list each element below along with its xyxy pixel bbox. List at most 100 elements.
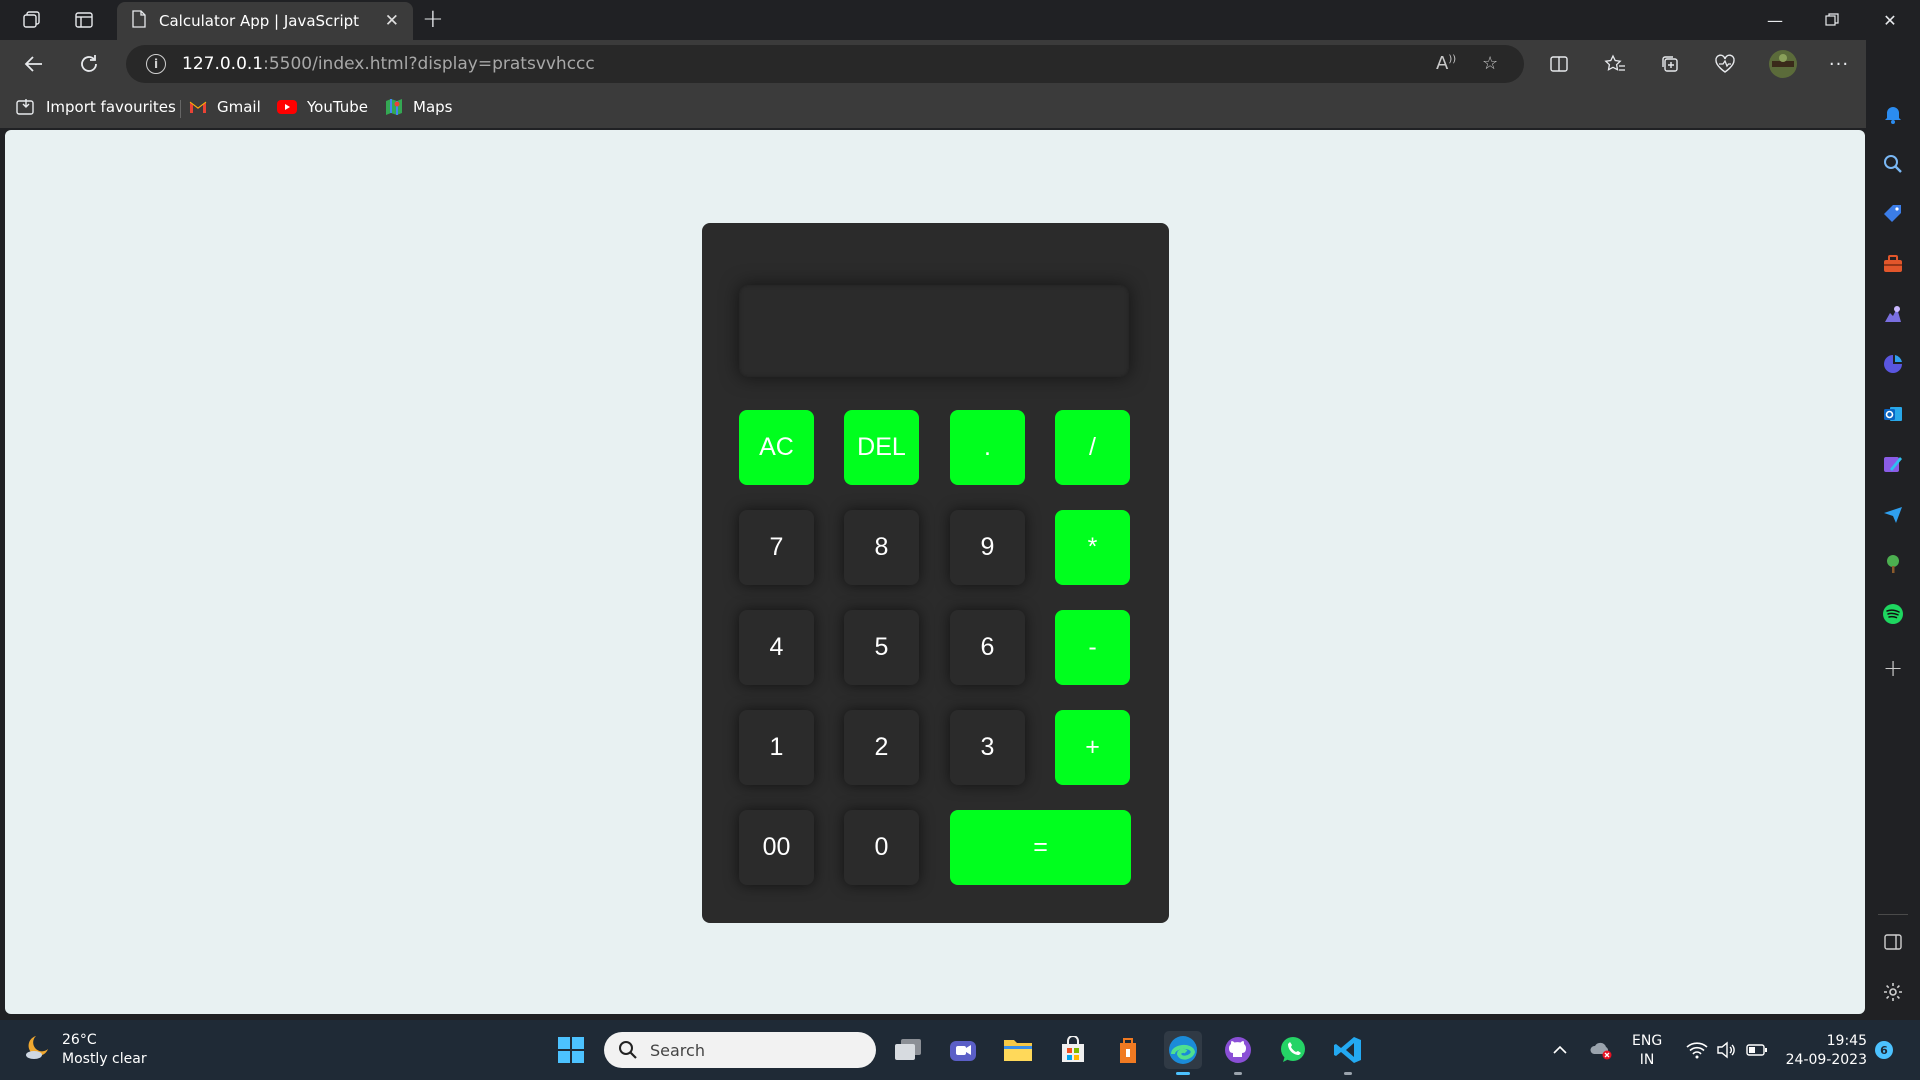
address-bar[interactable]: i 127.0.0.1:5500/index.html?display=prat…	[126, 45, 1524, 83]
youtube-label: YouTube	[307, 98, 368, 116]
tab-actions-icon[interactable]	[72, 8, 96, 32]
input-language[interactable]: ENG IN	[1632, 1032, 1662, 1070]
key-divide[interactable]: /	[1055, 410, 1130, 485]
key-equals[interactable]: =	[950, 810, 1131, 885]
tab-title: Calculator App | JavaScript	[159, 12, 360, 30]
active-app-indicator	[1176, 1072, 1190, 1075]
restore-button[interactable]	[1804, 0, 1860, 40]
split-screen-icon[interactable]	[1545, 50, 1573, 78]
key-ac[interactable]: AC	[739, 410, 814, 485]
wifi-icon[interactable]	[1686, 1020, 1708, 1080]
favorite-star-icon[interactable]: ☆	[1482, 53, 1498, 74]
hide-sidebar-icon[interactable]	[1881, 930, 1905, 954]
workspaces-icon[interactable]	[20, 8, 44, 32]
maps-link[interactable]: Maps	[385, 98, 452, 116]
send-drop-icon[interactable]	[1881, 502, 1905, 526]
key-del[interactable]: DEL	[844, 410, 919, 485]
profile-avatar[interactable]	[1767, 48, 1799, 80]
system-clock[interactable]: 19:45 24-09-2023	[1775, 1032, 1867, 1070]
weather-temperature: 26°C	[62, 1032, 97, 1048]
collections-icon[interactable]	[1656, 50, 1684, 78]
calculator: AC DEL . / 7 8 9 * 4 5 6 - 1 2 3 + 00 0 …	[702, 223, 1169, 923]
key-minus[interactable]: -	[1055, 610, 1130, 685]
tab-calculator-app[interactable]: Calculator App | JavaScript ✕	[117, 2, 413, 40]
settings-gear-icon[interactable]	[1881, 980, 1905, 1004]
url-text[interactable]: 127.0.0.1:5500/index.html?display=pratsv…	[182, 54, 595, 74]
page-viewport: AC DEL . / 7 8 9 * 4 5 6 - 1 2 3 + 00 0 …	[5, 130, 1865, 1014]
browser-essentials-icon[interactable]	[1711, 50, 1739, 78]
back-arrow-icon[interactable]	[20, 50, 48, 78]
favorites-divider	[180, 100, 181, 118]
import-favourites-label: Import favourites	[46, 98, 176, 116]
import-icon	[16, 98, 36, 116]
office-app-icon[interactable]	[1109, 1031, 1147, 1069]
favorites-icon[interactable]	[1601, 50, 1629, 78]
key-00[interactable]: 00	[739, 810, 814, 885]
import-favourites-link[interactable]: Import favourites	[16, 98, 176, 116]
key-7[interactable]: 7	[739, 510, 814, 585]
running-app-indicator	[1344, 1072, 1352, 1075]
outlook-icon[interactable]	[1881, 402, 1905, 426]
key-0[interactable]: 0	[844, 810, 919, 885]
close-tab-icon[interactable]: ✕	[385, 11, 399, 31]
weather-condition: Mostly clear	[62, 1051, 147, 1067]
key-plus[interactable]: +	[1055, 710, 1130, 785]
taskbar-search[interactable]: Search	[604, 1032, 876, 1068]
onedrive-error-icon[interactable]	[1589, 1020, 1613, 1080]
key-9[interactable]: 9	[950, 510, 1025, 585]
file-explorer-icon[interactable]	[999, 1031, 1037, 1069]
edge-browser-icon[interactable]	[1164, 1031, 1202, 1075]
key-1[interactable]: 1	[739, 710, 814, 785]
search-placeholder: Search	[650, 1040, 705, 1060]
battery-icon[interactable]	[1746, 1020, 1768, 1080]
shopping-tag-icon[interactable]	[1881, 202, 1905, 226]
weather-widget[interactable]: 26°C Mostly clear	[22, 1031, 147, 1069]
microsoft-365-icon[interactable]	[1881, 352, 1905, 376]
minimize-button[interactable]: —	[1747, 0, 1803, 40]
region-code: IN	[1639, 1052, 1655, 1068]
more-options-icon[interactable]: ···	[1825, 50, 1853, 78]
new-tab-button[interactable]: +	[422, 6, 444, 32]
task-view-icon[interactable]	[889, 1031, 927, 1069]
microsoft-store-icon[interactable]	[1054, 1031, 1092, 1069]
vscode-icon[interactable]	[1329, 1031, 1367, 1075]
tree-icon[interactable]	[1881, 552, 1905, 576]
youtube-link[interactable]: YouTube	[277, 98, 368, 116]
edge-sidebar: +	[1866, 40, 1920, 1020]
refresh-icon[interactable]	[75, 50, 103, 78]
key-decimal[interactable]: .	[950, 410, 1025, 485]
clock-time: 19:45	[1826, 1033, 1867, 1049]
volume-icon[interactable]	[1716, 1020, 1736, 1080]
search-icon	[618, 1040, 638, 1060]
notification-badge[interactable]: 6	[1875, 1041, 1893, 1059]
designer-icon[interactable]	[1881, 452, 1905, 476]
site-info-icon[interactable]: i	[146, 54, 166, 74]
show-hidden-icons-chevron[interactable]	[1552, 1020, 1568, 1080]
key-multiply[interactable]: *	[1055, 510, 1130, 585]
key-5[interactable]: 5	[844, 610, 919, 685]
whatsapp-icon[interactable]	[1274, 1031, 1312, 1069]
key-4[interactable]: 4	[739, 610, 814, 685]
games-icon[interactable]	[1881, 302, 1905, 326]
gmail-link[interactable]: Gmail	[189, 98, 261, 116]
notifications-bell-icon[interactable]	[1881, 102, 1905, 126]
taskbar: 26°C Mostly clear Search ENG IN 19:45 24…	[0, 1020, 1920, 1080]
calculator-display	[739, 285, 1129, 377]
key-8[interactable]: 8	[844, 510, 919, 585]
start-button[interactable]	[552, 1031, 590, 1069]
teams-chat-icon[interactable]	[944, 1031, 982, 1069]
key-2[interactable]: 2	[844, 710, 919, 785]
title-bar: Calculator App | JavaScript ✕ + — ✕	[0, 0, 1920, 40]
search-icon[interactable]	[1881, 152, 1905, 176]
running-app-indicator	[1234, 1072, 1242, 1075]
clock-date: 24-09-2023	[1785, 1052, 1867, 1068]
key-6[interactable]: 6	[950, 610, 1025, 685]
close-window-button[interactable]: ✕	[1862, 0, 1918, 40]
add-sidebar-app-icon[interactable]: +	[1881, 654, 1905, 682]
spotify-icon[interactable]	[1881, 602, 1905, 626]
github-desktop-icon[interactable]	[1219, 1031, 1257, 1075]
read-aloud-icon[interactable]: A))	[1436, 53, 1456, 74]
tools-briefcase-icon[interactable]	[1881, 252, 1905, 276]
key-3[interactable]: 3	[950, 710, 1025, 785]
moon-cloud-icon	[22, 1033, 52, 1067]
